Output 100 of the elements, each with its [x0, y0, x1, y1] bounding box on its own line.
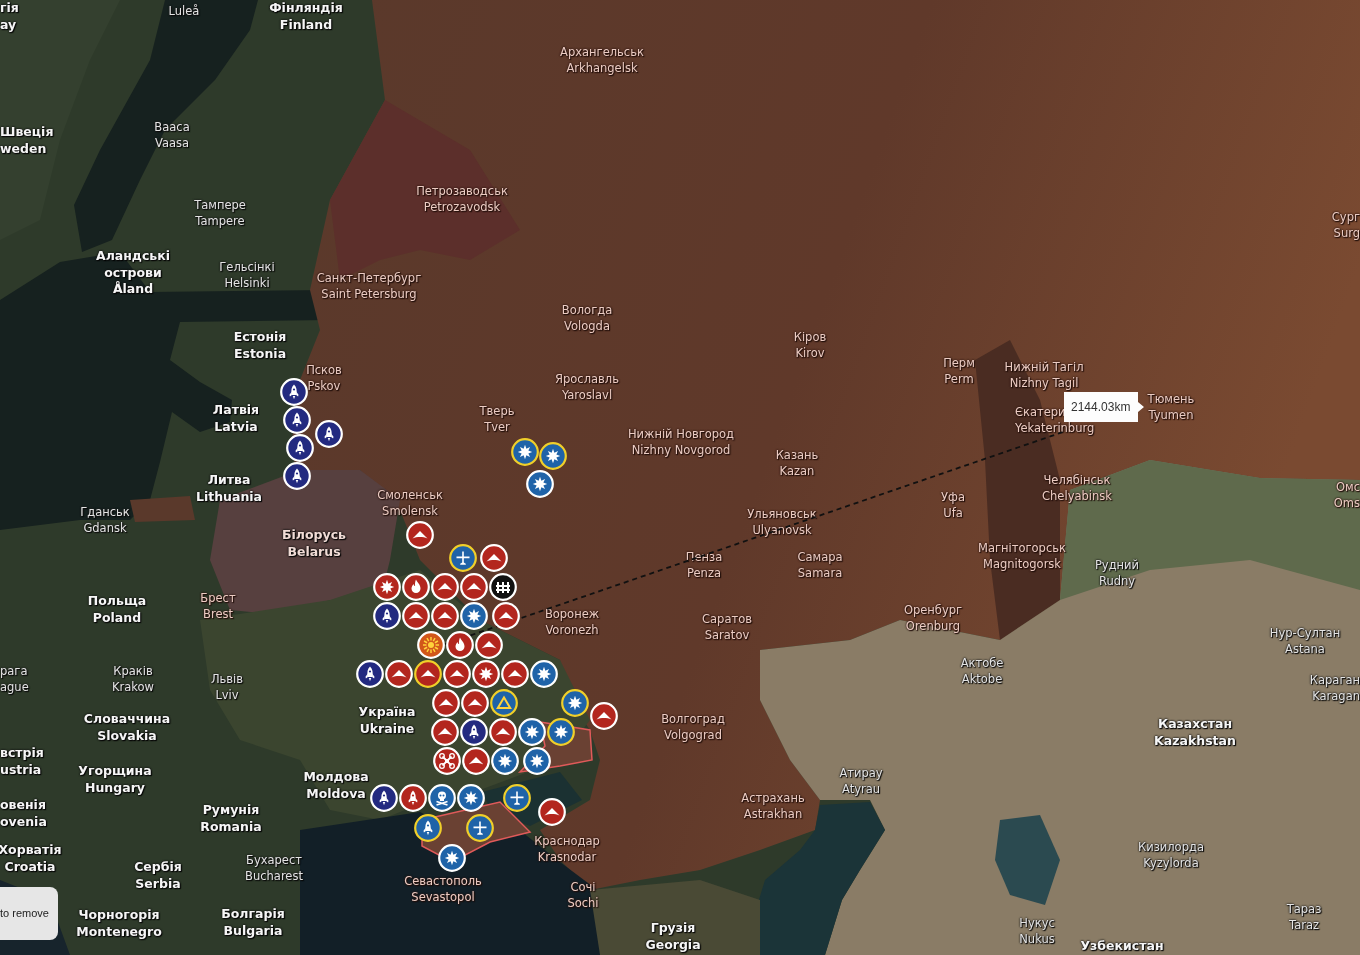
country-label: Croatia	[4, 858, 56, 875]
city-label: Пенза	[685, 550, 723, 566]
city-label: Vaasa	[154, 135, 190, 151]
city-label: Tyumen	[1148, 407, 1194, 423]
city-label: Вологда	[561, 303, 613, 319]
country-label: Bulgaria	[223, 922, 283, 939]
city-label: Краснодар	[534, 834, 600, 850]
city-label: Омс	[1335, 480, 1360, 496]
city-label: Ульяновськ	[747, 507, 817, 523]
country-label: Чорногорія	[78, 907, 160, 924]
country-label: Словаччина	[83, 711, 171, 728]
city-label: Oms	[1333, 495, 1360, 511]
country-label: Slovakia	[97, 727, 157, 744]
city-label: Єкатери	[1015, 405, 1066, 421]
country-label: ay	[0, 16, 17, 33]
city-label: Казань	[775, 448, 819, 464]
city-label: Оренбург	[903, 603, 963, 619]
city-label: Тверь	[479, 404, 515, 420]
city-label: Санкт-Петербург	[316, 271, 422, 287]
city-label: Voronezh	[545, 622, 599, 638]
city-label: Рудний	[1094, 558, 1140, 574]
city-label: Нур-Султан	[1269, 626, 1341, 642]
city-label: рага	[0, 664, 28, 680]
city-label: Смоленськ	[377, 488, 443, 504]
city-label: Krakow	[112, 679, 154, 695]
city-label: Волгоград	[661, 712, 725, 728]
country-label: Hungary	[85, 779, 145, 796]
city-label: Севастополь	[404, 874, 482, 890]
city-label: Челябінськ	[1043, 473, 1111, 489]
city-label: Kirov	[795, 345, 825, 361]
city-label: Rudny	[1098, 573, 1136, 589]
city-label: Gdansk	[83, 520, 127, 536]
city-label: Уфа	[941, 490, 965, 506]
city-label: Astana	[1285, 641, 1325, 657]
city-label: Kazan	[779, 463, 815, 479]
city-label: Сочі	[570, 880, 596, 896]
country-label: Україна	[358, 704, 416, 721]
country-label: Грузія	[650, 920, 696, 937]
country-label: Румунія	[202, 802, 260, 819]
city-label: Astrakhan	[743, 806, 803, 822]
city-label: Астрахань	[741, 791, 805, 807]
country-label: Serbia	[135, 875, 181, 892]
enclave-area	[130, 496, 195, 522]
city-label: Baaca	[154, 120, 190, 136]
city-label: Kyzylorda	[1143, 855, 1199, 871]
city-label: Nizhny Tagil	[1009, 375, 1079, 391]
city-label: ague	[0, 679, 29, 695]
country-label: острови	[104, 264, 162, 281]
country-label: Belarus	[287, 543, 341, 560]
city-label: Кіров	[793, 330, 827, 346]
country-label: Польща	[87, 593, 147, 610]
city-label: Saratov	[704, 627, 750, 643]
city-label: Sochi	[567, 895, 599, 911]
country-label: Kazakhstan	[1154, 732, 1236, 749]
city-label: Nizhny Novgorod	[631, 442, 731, 458]
country-label: Швеція	[0, 124, 54, 141]
country-label: Молдова	[303, 769, 369, 786]
city-label: Брест	[200, 591, 236, 607]
city-label: Нукус	[1019, 916, 1055, 932]
country-label: Moldova	[306, 785, 366, 802]
distance-tooltip: 2144.03km	[1064, 392, 1144, 422]
country-label: Угорщина	[78, 763, 152, 780]
city-label: Lviv	[215, 687, 239, 703]
city-label: Yaroslavl	[561, 387, 613, 403]
hint-tooltip: to remove	[0, 887, 58, 940]
city-label: Helsinki	[224, 275, 270, 291]
city-label: Гданськ	[80, 505, 130, 521]
country-label: Georgia	[645, 936, 701, 953]
city-label: Архангельськ	[560, 45, 644, 61]
country-label: ovenia	[0, 813, 47, 830]
city-label: Arkhangelsk	[566, 60, 638, 76]
city-label: Brest	[203, 606, 233, 622]
city-label: Воронеж	[544, 607, 600, 623]
country-label: weden	[0, 140, 47, 157]
city-label: Samara	[797, 565, 843, 581]
country-label: Болгарія	[221, 906, 285, 923]
country-label: встрія	[0, 745, 44, 762]
city-label: Тараз	[1286, 902, 1322, 918]
country-label: Узбекистан	[1080, 938, 1164, 955]
city-label: Volgograd	[664, 727, 722, 743]
city-label: Chelyabinsk	[1042, 488, 1112, 504]
city-label: Vologda	[564, 318, 610, 334]
city-label: Aktobe	[961, 671, 1003, 687]
city-label: Ulyanovsk	[752, 522, 812, 538]
city-label: Smolensk	[382, 503, 438, 519]
country-label: Latvia	[214, 418, 258, 435]
city-label: Нижній Новгород	[627, 427, 735, 443]
city-label: Karagan	[1312, 688, 1360, 704]
city-label: Yekaterinburg	[1015, 420, 1095, 436]
city-label: Tampere	[195, 213, 245, 229]
country-label: Montenegro	[76, 923, 162, 940]
city-label: Гельсінкі	[219, 260, 275, 276]
city-label: Orenburg	[905, 618, 961, 634]
country-label: Казахстан	[1157, 716, 1233, 733]
city-label: Атирау	[839, 766, 883, 782]
city-label: Кизилорда	[1138, 840, 1204, 856]
city-label: Bucharest	[245, 868, 303, 884]
city-label: Taraz	[1289, 917, 1319, 933]
city-label: Surg	[1333, 225, 1360, 241]
city-label: Львів	[210, 672, 244, 688]
